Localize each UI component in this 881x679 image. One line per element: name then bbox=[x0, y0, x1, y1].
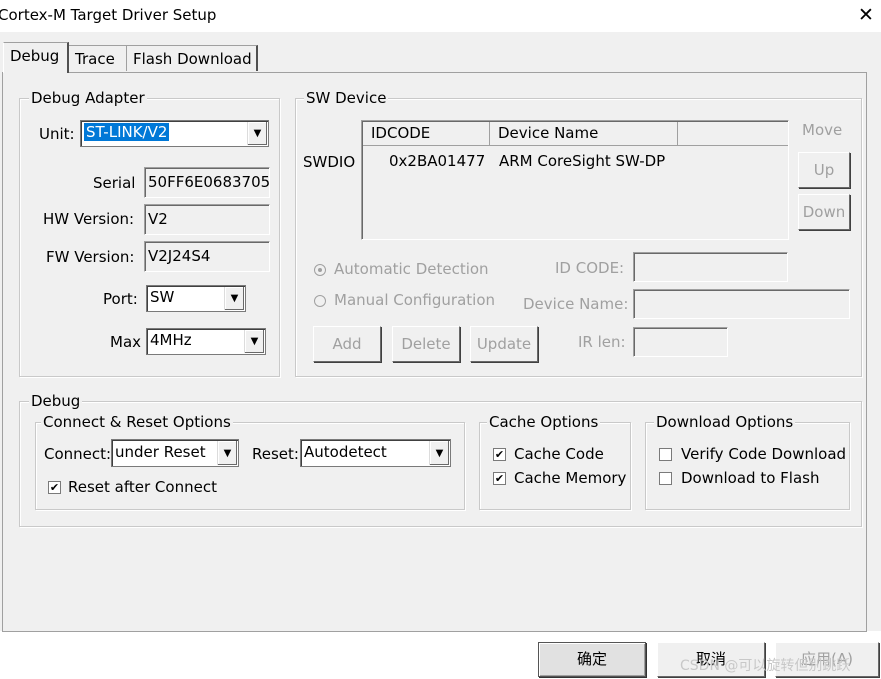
chevron-down-icon[interactable]: ▼ bbox=[217, 441, 237, 465]
close-icon[interactable]: ✕ bbox=[858, 4, 874, 26]
table-cell-idcode: 0x2BA01477 bbox=[389, 152, 486, 170]
column-header-idcode[interactable]: IDCODE bbox=[363, 122, 490, 146]
download-to-flash-label: Download to Flash bbox=[681, 469, 820, 487]
move-up-button[interactable]: Up bbox=[798, 152, 850, 188]
chevron-down-icon[interactable]: ▼ bbox=[244, 330, 264, 353]
connect-reset-group-label: Connect & Reset Options bbox=[41, 413, 233, 431]
device-name-label: Device Name: bbox=[523, 295, 629, 313]
move-label: Move bbox=[802, 121, 843, 139]
download-to-flash-checkbox[interactable] bbox=[659, 472, 672, 485]
cache-code-checkbox[interactable]: ✔ bbox=[493, 448, 506, 461]
chevron-down-icon[interactable]: ▼ bbox=[247, 122, 267, 145]
automatic-detection-label: Automatic Detection bbox=[334, 260, 489, 278]
id-code-label: ID CODE: bbox=[555, 259, 625, 277]
id-code-field[interactable] bbox=[633, 252, 788, 282]
cache-memory-label: Cache Memory bbox=[514, 469, 627, 487]
serial-field: 50FF6E06837052 bbox=[144, 167, 270, 198]
sw-device-table[interactable]: IDCODE Device Name 0x2BA01477 ARM CoreSi… bbox=[361, 120, 789, 240]
move-down-button[interactable]: Down bbox=[798, 194, 850, 230]
fw-version-label: FW Version: bbox=[46, 248, 135, 266]
verify-code-download-checkbox[interactable] bbox=[659, 448, 672, 461]
checkmark-icon: ✔ bbox=[494, 472, 505, 485]
connect-select-value: under Reset bbox=[115, 443, 206, 461]
ir-len-field[interactable] bbox=[633, 327, 728, 357]
reset-after-connect-checkbox[interactable]: ✔ bbox=[48, 481, 61, 494]
hw-version-label: HW Version: bbox=[43, 210, 135, 228]
debug-adapter-group-label: Debug Adapter bbox=[29, 89, 147, 107]
serial-label: Serial bbox=[93, 174, 136, 192]
unit-label: Unit: bbox=[39, 125, 75, 143]
download-options-group bbox=[645, 422, 850, 510]
tab-flash-download-label: Flash Download bbox=[133, 50, 252, 68]
download-options-group-label: Download Options bbox=[654, 413, 796, 431]
checkmark-icon: ✔ bbox=[494, 448, 505, 461]
chevron-down-icon[interactable]: ▼ bbox=[429, 441, 449, 465]
tab-debug[interactable]: Debug bbox=[3, 42, 69, 73]
tab-flash-download[interactable]: Flash Download bbox=[126, 45, 258, 71]
update-button[interactable]: Update bbox=[470, 326, 538, 362]
reset-select-value: Autodetect bbox=[304, 443, 387, 461]
port-select-value: SW bbox=[150, 288, 175, 306]
debug-group-label: Debug bbox=[29, 392, 83, 410]
ir-len-label: IR len: bbox=[578, 333, 626, 351]
ok-button[interactable]: 确定 bbox=[538, 642, 646, 677]
reset-after-connect-label: Reset after Connect bbox=[68, 478, 217, 496]
port-label: Port: bbox=[103, 290, 138, 308]
manual-configuration-radio[interactable] bbox=[314, 295, 326, 307]
cache-code-label: Cache Code bbox=[514, 445, 604, 463]
chevron-down-icon[interactable]: ▼ bbox=[224, 287, 244, 310]
checkmark-icon: ✔ bbox=[49, 481, 60, 494]
automatic-detection-radio[interactable] bbox=[314, 264, 326, 276]
manual-configuration-label: Manual Configuration bbox=[334, 291, 496, 309]
unit-select[interactable]: ST-LINK/V2 ▼ bbox=[80, 120, 269, 147]
max-clock-label: Max bbox=[110, 333, 142, 351]
tab-trace-label: Trace bbox=[75, 50, 115, 68]
max-clock-select[interactable]: 4MHz ▼ bbox=[146, 328, 266, 355]
reset-select[interactable]: Autodetect ▼ bbox=[300, 439, 451, 467]
tab-debug-label: Debug bbox=[10, 47, 60, 65]
window-title: Cortex-M Target Driver Setup bbox=[0, 6, 217, 24]
cache-options-group bbox=[479, 422, 631, 510]
device-name-field[interactable] bbox=[633, 289, 850, 319]
watermark-text: CSDN @可以旋转但别跳跃 bbox=[680, 658, 851, 674]
cache-memory-checkbox[interactable]: ✔ bbox=[493, 472, 506, 485]
column-header-empty bbox=[678, 122, 788, 146]
reset-label: Reset: bbox=[252, 445, 299, 463]
fw-version-field: V2J24S4 bbox=[144, 241, 270, 272]
add-button[interactable]: Add bbox=[313, 326, 381, 362]
sw-device-group-label: SW Device bbox=[304, 89, 389, 107]
connect-select[interactable]: under Reset ▼ bbox=[111, 439, 239, 467]
connect-label: Connect: bbox=[44, 445, 112, 463]
swdio-label: SWDIO bbox=[303, 153, 356, 171]
column-header-device-name[interactable]: Device Name bbox=[490, 122, 678, 146]
unit-select-value: ST-LINK/V2 bbox=[84, 123, 170, 141]
hw-version-field: V2 bbox=[144, 204, 270, 235]
verify-code-download-label: Verify Code Download bbox=[681, 445, 847, 463]
delete-button[interactable]: Delete bbox=[392, 326, 460, 362]
tab-trace[interactable]: Trace bbox=[68, 45, 127, 71]
table-cell-device-name: ARM CoreSight SW-DP bbox=[499, 152, 666, 170]
port-select[interactable]: SW ▼ bbox=[146, 285, 246, 312]
cache-options-group-label: Cache Options bbox=[487, 413, 601, 431]
max-clock-select-value: 4MHz bbox=[150, 331, 192, 349]
